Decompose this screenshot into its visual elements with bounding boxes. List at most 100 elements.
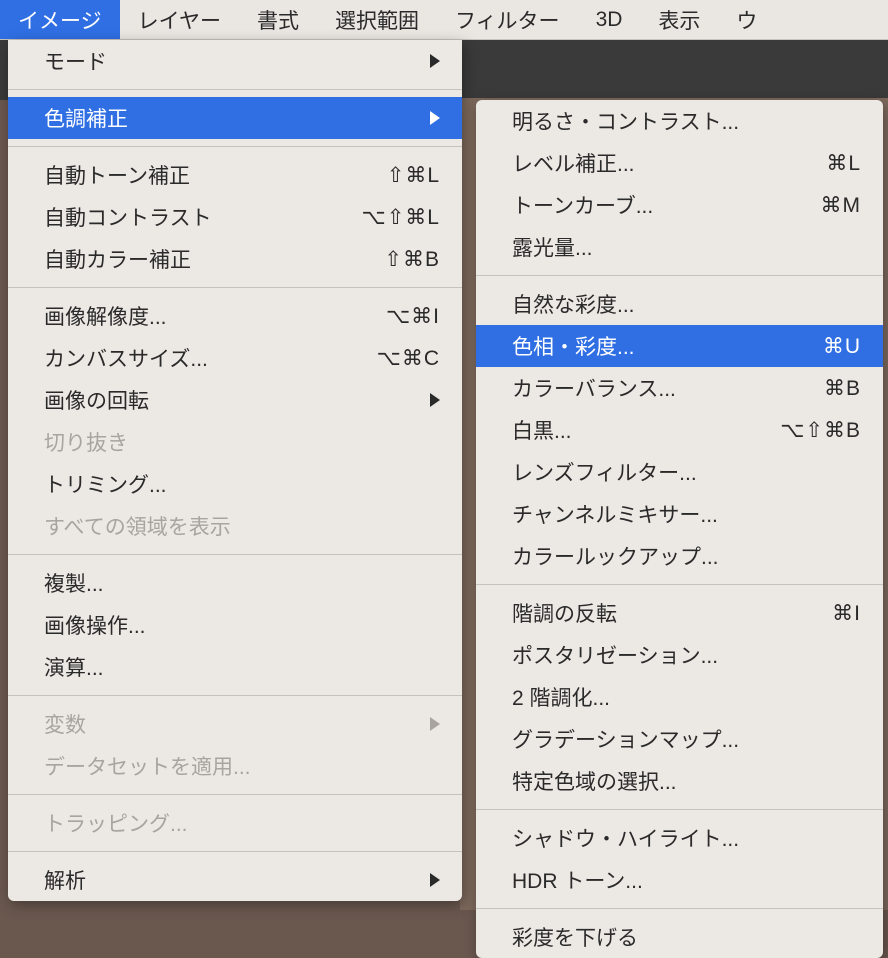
menu-item-階調の反転[interactable]: 階調の反転⌘I	[476, 592, 883, 634]
menubar-label: フィルター	[455, 5, 560, 35]
menu-item-label: 露光量...	[512, 232, 861, 262]
menu-item-複製[interactable]: 複製...	[8, 562, 462, 604]
menu-item-label: すべての領域を表示	[44, 511, 440, 541]
menu-item-2-階調化[interactable]: 2 階調化...	[476, 676, 883, 718]
menubar-レイヤー[interactable]: レイヤー	[120, 0, 239, 39]
menu-item-カラールックアップ[interactable]: カラールックアップ...	[476, 535, 883, 577]
menu-item-モード[interactable]: モード	[8, 40, 462, 82]
menu-item-label: レベル補正...	[512, 148, 808, 178]
menubar: イメージレイヤー 書式 選択範囲 フィルター 3D 表示 ウ	[0, 0, 888, 40]
menu-item-shortcut: ⌥⇧⌘B	[780, 418, 861, 443]
menubar-label: 3D	[596, 8, 623, 32]
menubar-イメージ[interactable]: イメージ	[0, 0, 120, 39]
menu-item-label: 切り抜き	[44, 427, 440, 457]
menu-item-彩度を下げる[interactable]: 彩度を下げる	[476, 916, 883, 958]
menu-item-label: 解析	[44, 865, 412, 895]
menu-item-label: 色相・彩度...	[512, 331, 805, 361]
menu-item-演算[interactable]: 演算...	[8, 646, 462, 688]
menu-item-label: 色調補正	[44, 103, 412, 133]
menubar-表示[interactable]: 表示	[640, 0, 718, 39]
menu-item-トリミング[interactable]: トリミング...	[8, 463, 462, 505]
menu-item-label: 特定色域の選択...	[512, 766, 861, 796]
menu-separator	[8, 695, 462, 696]
menu-item-label: シャドウ・ハイライト...	[512, 823, 861, 853]
menu-item-画像解像度[interactable]: 画像解像度...⌥⌘I	[8, 295, 462, 337]
menu-item-チャンネルミキサー[interactable]: チャンネルミキサー...	[476, 493, 883, 535]
menubar-label: 書式	[257, 5, 299, 35]
menu-item-自動カラー補正[interactable]: 自動カラー補正⇧⌘B	[8, 238, 462, 280]
menu-item-hdr-トーン[interactable]: HDR トーン...	[476, 859, 883, 901]
menubar-3d[interactable]: 3D	[578, 0, 641, 39]
menu-item-label: 階調の反転	[512, 598, 814, 628]
menu-item-レベル補正[interactable]: レベル補正...⌘L	[476, 142, 883, 184]
menu-item-画像操作[interactable]: 画像操作...	[8, 604, 462, 646]
menu-separator	[476, 275, 883, 276]
menubar-フィルター[interactable]: フィルター	[437, 0, 578, 39]
menu-separator	[8, 554, 462, 555]
menu-item-shortcut: ⌘M	[821, 193, 862, 218]
menu-item-shortcut: ⌥⇧⌘L	[362, 205, 440, 230]
menu-item-自然な彩度[interactable]: 自然な彩度...	[476, 283, 883, 325]
menu-item-label: カンバスサイズ...	[44, 343, 359, 373]
menu-separator	[8, 146, 462, 147]
menu-item-label: 彩度を下げる	[512, 922, 861, 952]
menu-separator	[8, 89, 462, 90]
menu-item-label: チャンネルミキサー...	[512, 499, 861, 529]
menu-item-label: 画像解像度...	[44, 301, 368, 331]
menu-item-label: トラッピング...	[44, 808, 440, 838]
submenu-arrow-icon	[430, 111, 440, 125]
submenu-arrow-icon	[430, 717, 440, 731]
menu-item-label: データセットを適用...	[44, 751, 440, 781]
menu-item-白黒[interactable]: 白黒... ⌥⇧⌘B	[476, 409, 883, 451]
menubar-書式[interactable]: 書式	[239, 0, 317, 39]
submenu-arrow-icon	[430, 393, 440, 407]
menu-item-すべての領域を表示: すべての領域を表示	[8, 505, 462, 547]
menu-item-shortcut: ⌥⌘C	[377, 346, 440, 371]
menu-separator	[8, 851, 462, 852]
menu-item-label: 2 階調化...	[512, 682, 861, 712]
menubar-ウ[interactable]: ウ	[718, 0, 775, 39]
menu-item-レンズフィルター[interactable]: レンズフィルター...	[476, 451, 883, 493]
menu-item-shortcut: ⇧⌘L	[387, 163, 440, 188]
menu-separator	[8, 287, 462, 288]
menu-item-label: カラールックアップ...	[512, 541, 861, 571]
menu-item-データセットを適用: データセットを適用...	[8, 745, 462, 787]
menubar-選択範囲[interactable]: 選択範囲	[317, 0, 437, 39]
menu-item-label: 白黒...	[512, 415, 762, 445]
submenu-arrow-icon	[430, 54, 440, 68]
menu-item-解析[interactable]: 解析	[8, 859, 462, 901]
menu-item-label: 演算...	[44, 652, 440, 682]
menu-item-トラッピング: トラッピング...	[8, 802, 462, 844]
menu-item-特定色域の選択[interactable]: 特定色域の選択...	[476, 760, 883, 802]
adjustments-submenu: 明るさ・コントラスト...レベル補正...⌘Lトーンカーブ...⌘M 露光量...…	[476, 100, 883, 958]
menu-item-ポスタリゼーション[interactable]: ポスタリゼーション...	[476, 634, 883, 676]
menu-item-画像の回転[interactable]: 画像の回転	[8, 379, 462, 421]
menu-item-明るさ-コントラスト[interactable]: 明るさ・コントラスト...	[476, 100, 883, 142]
menu-item-自動トーン補正[interactable]: 自動トーン補正⇧⌘L	[8, 154, 462, 196]
menu-item-label: 自然な彩度...	[512, 289, 861, 319]
menu-item-カンバスサイズ[interactable]: カンバスサイズ... ⌥⌘C	[8, 337, 462, 379]
menu-separator	[8, 794, 462, 795]
menu-item-グラデーションマップ[interactable]: グラデーションマップ...	[476, 718, 883, 760]
menubar-label: レイヤー	[138, 5, 221, 35]
menu-item-トーンカーブ[interactable]: トーンカーブ...⌘M	[476, 184, 883, 226]
menubar-label: 選択範囲	[335, 5, 419, 35]
menu-item-色相-彩度[interactable]: 色相・彩度... ⌘U	[476, 325, 883, 367]
menu-item-自動コントラスト[interactable]: 自動コントラスト ⌥⇧⌘L	[8, 196, 462, 238]
menu-item-shortcut: ⌘U	[823, 334, 861, 359]
menu-item-label: トリミング...	[44, 469, 440, 499]
menu-item-露光量[interactable]: 露光量...	[476, 226, 883, 268]
menubar-label: ウ	[736, 5, 757, 35]
menu-item-色調補正[interactable]: 色調補正	[8, 97, 462, 139]
menu-item-カラーバランス[interactable]: カラーバランス...⌘B	[476, 367, 883, 409]
menu-item-シャドウ-ハイライト[interactable]: シャドウ・ハイライト...	[476, 817, 883, 859]
menu-item-label: 自動コントラスト	[44, 202, 344, 232]
menu-item-label: 変数	[44, 709, 412, 739]
menu-item-label: ポスタリゼーション...	[512, 640, 861, 670]
menu-item-label: レンズフィルター...	[512, 457, 861, 487]
menu-item-label: カラーバランス...	[512, 373, 806, 403]
image-menu: モード色調補正自動トーン補正⇧⌘L 自動コントラスト ⌥⇧⌘L 自動カラー補正⇧⌘B 画…	[8, 40, 462, 901]
menu-item-label: 複製...	[44, 568, 440, 598]
menu-item-label: モード	[44, 46, 412, 76]
menubar-label: 表示	[658, 5, 700, 35]
